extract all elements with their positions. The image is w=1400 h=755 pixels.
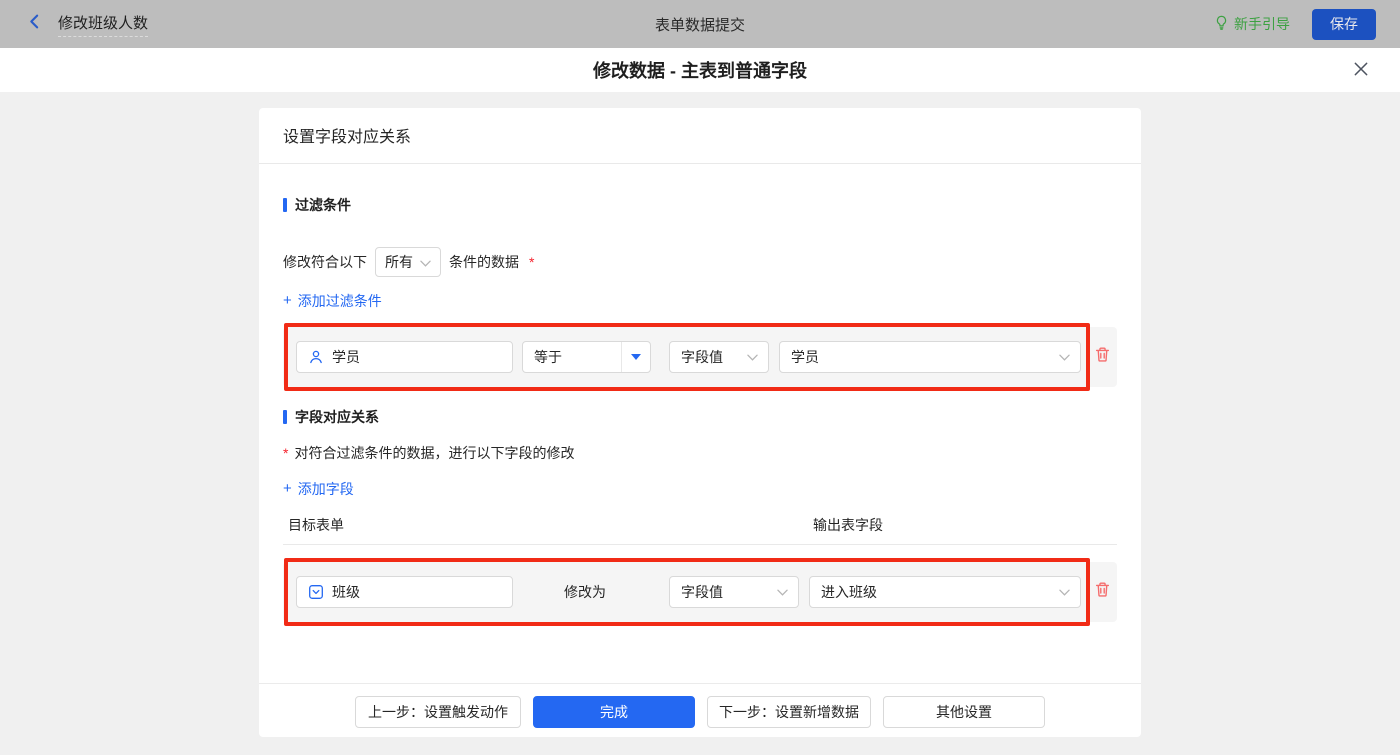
mapping-row-wrapper: 班级 修改为 字段值 进入班级 [283,558,1117,626]
prev-step-button[interactable]: 上一步：设置触发动作 [355,696,521,728]
target-form-column-header: 目标表单 [288,517,344,533]
section-accent-bar [283,198,287,212]
mapping-value-select[interactable]: 进入班级 [809,576,1081,608]
settings-card: 设置字段对应关系 过滤条件 修改符合以下 所有 条件的数据 * + 添加过滤条件… [259,108,1141,737]
add-filter-condition-link[interactable]: + 添加过滤条件 [283,291,382,311]
topbar-right: 新手引导 保存 [1214,8,1376,40]
lightbulb-icon [1214,15,1229,33]
filter-section-label: 过滤条件 [295,197,351,213]
mapping-section-label: 字段对应关系 [295,409,379,425]
target-field-value: 班级 [332,584,360,600]
beginner-guide-label: 新手引导 [1234,16,1290,32]
plus-icon: + [283,292,292,309]
workflow-title: 修改班级人数 [58,12,149,37]
filter-field-select[interactable]: 学员 [296,341,513,373]
chevron-down-icon [1059,354,1070,361]
card-header-title: 设置字段对应关系 [259,108,1141,164]
value-type-value: 字段值 [681,349,723,365]
required-asterisk: * [529,254,535,270]
sentence-suffix: 条件的数据 [449,254,519,270]
close-icon [1352,60,1370,83]
filter-sentence: 修改符合以下 所有 条件的数据 * [283,247,1117,277]
add-field-link[interactable]: + 添加字段 [283,479,354,499]
compare-value: 学员 [791,349,819,365]
save-button[interactable]: 保存 [1312,8,1376,40]
output-field-column-header: 输出表字段 [813,517,883,533]
match-mode-value: 所有 [385,254,413,270]
mapping-value: 进入班级 [821,584,877,600]
filter-condition-row: 学员 等于 字段值 学员 [283,327,1117,387]
screen: 修改班级人数 表单数据提交 新手引导 保存 修改数据 - 主表到普通字段 设置字… [0,0,1400,755]
compare-value-select[interactable]: 学员 [779,341,1081,373]
dialog-header: 修改数据 - 主表到普通字段 [0,48,1400,93]
mapping-value-type-value: 字段值 [681,584,723,600]
value-type-select[interactable]: 字段值 [669,341,769,373]
member-field-icon [308,349,324,365]
done-button[interactable]: 完成 [533,696,695,728]
caret-down-icon [631,354,641,360]
topbar: 修改班级人数 表单数据提交 新手引导 保存 [0,0,1400,48]
filter-field-value: 学员 [332,349,360,365]
mapping-value-type-select[interactable]: 字段值 [669,576,799,608]
operator-caret-zone [621,342,650,372]
modify-data-dialog: 修改数据 - 主表到普通字段 设置字段对应关系 过滤条件 修改符合以下 所有 条… [0,48,1400,755]
mapping-description: * 对符合过滤条件的数据，进行以下字段的修改 [283,443,1117,463]
dropdown-field-icon [308,584,324,600]
operator-value: 等于 [534,349,562,365]
chevron-down-icon [420,254,431,270]
modify-to-label: 修改为 [564,584,606,600]
operator-select[interactable]: 等于 [522,341,651,373]
target-field-select[interactable]: 班级 [296,576,513,608]
chevron-left-icon [26,13,43,35]
trash-icon [1094,346,1111,368]
topbar-left: 修改班级人数 [24,12,149,37]
add-field-label: 添加字段 [297,481,354,497]
section-accent-bar [283,410,287,424]
delete-mapping-button[interactable] [1093,581,1111,603]
mapping-column-headers: 目标表单 输出表字段 [283,515,1117,545]
mapping-row: 班级 修改为 字段值 进入班级 [283,562,1117,622]
chevron-down-icon [747,354,758,361]
add-filter-condition-label: 添加过滤条件 [297,293,382,309]
other-settings-button[interactable]: 其他设置 [883,696,1045,728]
card-content: 过滤条件 修改符合以下 所有 条件的数据 * + 添加过滤条件 学员 等于 字段… [259,164,1141,683]
beginner-guide-link[interactable]: 新手引导 [1214,14,1290,34]
topbar-center-title: 表单数据提交 [654,16,745,34]
chevron-down-icon [777,589,788,596]
required-asterisk: * [283,445,289,461]
match-mode-select[interactable]: 所有 [375,247,441,277]
trash-icon [1094,581,1111,603]
plus-icon: + [283,480,292,497]
delete-condition-button[interactable] [1093,346,1111,368]
close-button[interactable] [1350,60,1372,82]
mapping-description-text: 对符合过滤条件的数据，进行以下字段的修改 [294,445,575,461]
chevron-down-icon [1059,589,1070,596]
back-button[interactable] [24,14,44,34]
filter-row-wrapper: 学员 等于 字段值 学员 [283,323,1117,391]
sentence-prefix: 修改符合以下 [283,254,367,270]
card-footer: 上一步：设置触发动作 完成 下一步：设置新增数据 其他设置 [259,683,1141,737]
mapping-section-title: 字段对应关系 [283,407,1117,427]
next-step-button[interactable]: 下一步：设置新增数据 [707,696,871,728]
dialog-title: 修改数据 - 主表到普通字段 [593,61,807,81]
filter-section-title: 过滤条件 [283,195,1117,215]
dialog-body: 设置字段对应关系 过滤条件 修改符合以下 所有 条件的数据 * + 添加过滤条件… [0,93,1400,755]
